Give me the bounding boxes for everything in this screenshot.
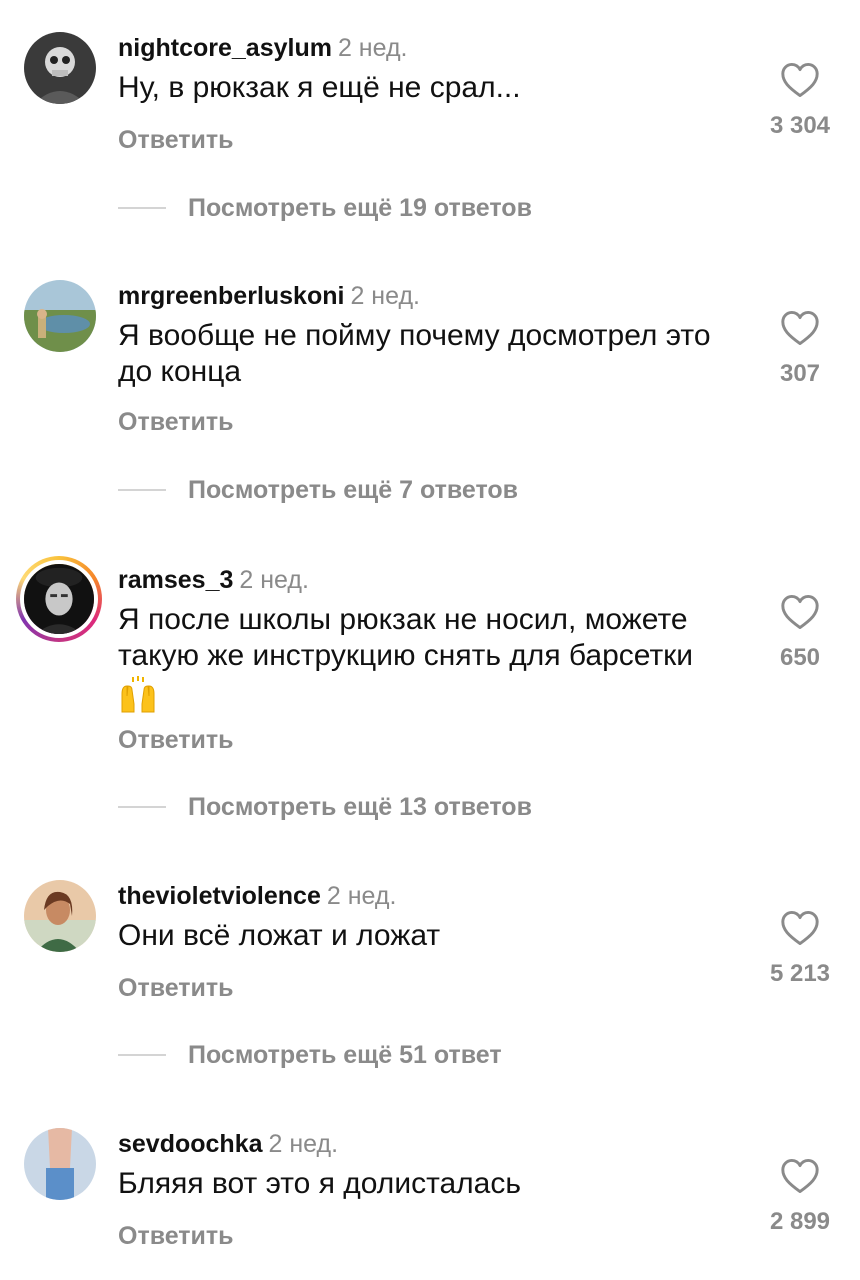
story-ring — [20, 560, 98, 638]
comment-header: nightcore_asylum 2 нед. — [118, 34, 408, 63]
heart-outline-icon[interactable] — [780, 910, 820, 946]
avatar[interactable] — [24, 280, 96, 352]
comment-header: sevdoochka 2 нед. — [118, 1130, 338, 1159]
timestamp: 2 нед. — [326, 882, 397, 910]
heart-outline-icon[interactable] — [780, 62, 820, 98]
divider-line — [118, 1054, 166, 1056]
comment-text: Я после школы рюкзак не носил, можете та… — [118, 602, 758, 714]
reply-button[interactable]: Ответить — [118, 974, 234, 1003]
timestamp: 2 нед. — [350, 282, 420, 310]
like-control: 3 304 — [762, 62, 838, 140]
username[interactable]: thevioletviolence — [118, 882, 321, 910]
comment-header: ramses_3 2 нед. — [118, 566, 309, 595]
comments-list: nightcore_asylum 2 нед. Ну, в рюкзак я ещ… — [0, 0, 860, 1280]
like-control: 307 — [762, 310, 838, 388]
reply-button[interactable]: Ответить — [118, 726, 234, 755]
view-more-label: Посмотреть ещё 7 ответов — [188, 475, 519, 504]
timestamp: 2 нед. — [268, 1130, 339, 1158]
view-more-replies[interactable]: Посмотреть ещё 19 ответов — [118, 188, 718, 228]
username[interactable]: nightcore_asylum — [118, 34, 332, 62]
like-count: 2 899 — [769, 1208, 831, 1235]
username[interactable]: mrgreenberluskoni — [118, 282, 344, 310]
view-more-replies[interactable]: Посмотреть ещё 7 ответов — [118, 470, 718, 510]
comment-header: mrgreenberluskoni 2 нед. — [118, 282, 420, 311]
username[interactable]: sevdoochka — [118, 1130, 263, 1158]
like-control: 5 213 — [762, 910, 838, 988]
avatar[interactable] — [24, 32, 96, 104]
timestamp: 2 нед. — [337, 34, 408, 62]
avatar[interactable] — [24, 1128, 96, 1200]
reply-button[interactable]: Ответить — [118, 1222, 234, 1251]
username[interactable]: ramses_3 — [118, 566, 233, 594]
heart-outline-icon[interactable] — [780, 594, 820, 630]
view-more-label: Посмотреть ещё 19 ответов — [188, 193, 532, 222]
comment-text-content: Я после школы рюкзак не носил, можете та… — [118, 603, 694, 672]
avatar[interactable] — [24, 880, 96, 952]
comment-text: Они всё ложат и ложат — [118, 919, 441, 952]
divider-line — [118, 489, 166, 491]
timestamp: 2 нед. — [239, 566, 309, 594]
view-more-replies[interactable]: Посмотреть ещё 13 ответов — [118, 787, 718, 827]
comment-header: thevioletviolence 2 нед. — [118, 882, 396, 911]
like-control: 650 — [762, 594, 838, 672]
like-count: 3 304 — [769, 112, 831, 139]
comment-text: Ну, в рюкзак я ещё не срал... — [118, 71, 521, 104]
view-more-replies[interactable]: Посмотреть ещё 51 ответ — [118, 1035, 718, 1075]
comment-text: Бляяя вот это я долисталась — [118, 1167, 521, 1200]
heart-outline-icon[interactable] — [780, 310, 820, 346]
like-count: 650 — [779, 644, 821, 671]
reply-button[interactable]: Ответить — [118, 126, 234, 155]
view-more-label: Посмотреть ещё 51 ответ — [188, 1040, 502, 1069]
reply-button[interactable]: Ответить — [118, 408, 234, 437]
like-control: 2 899 — [762, 1158, 838, 1236]
like-count: 307 — [779, 360, 821, 387]
raising-hands-icon — [121, 676, 155, 713]
comment-text: Я вообще не пойму почему досмотрел это д… — [118, 319, 711, 388]
divider-line — [118, 207, 166, 209]
heart-outline-icon[interactable] — [780, 1158, 820, 1194]
like-count: 5 213 — [769, 960, 831, 987]
avatar[interactable] — [16, 556, 102, 642]
divider-line — [118, 806, 166, 808]
view-more-label: Посмотреть ещё 13 ответов — [188, 792, 532, 821]
